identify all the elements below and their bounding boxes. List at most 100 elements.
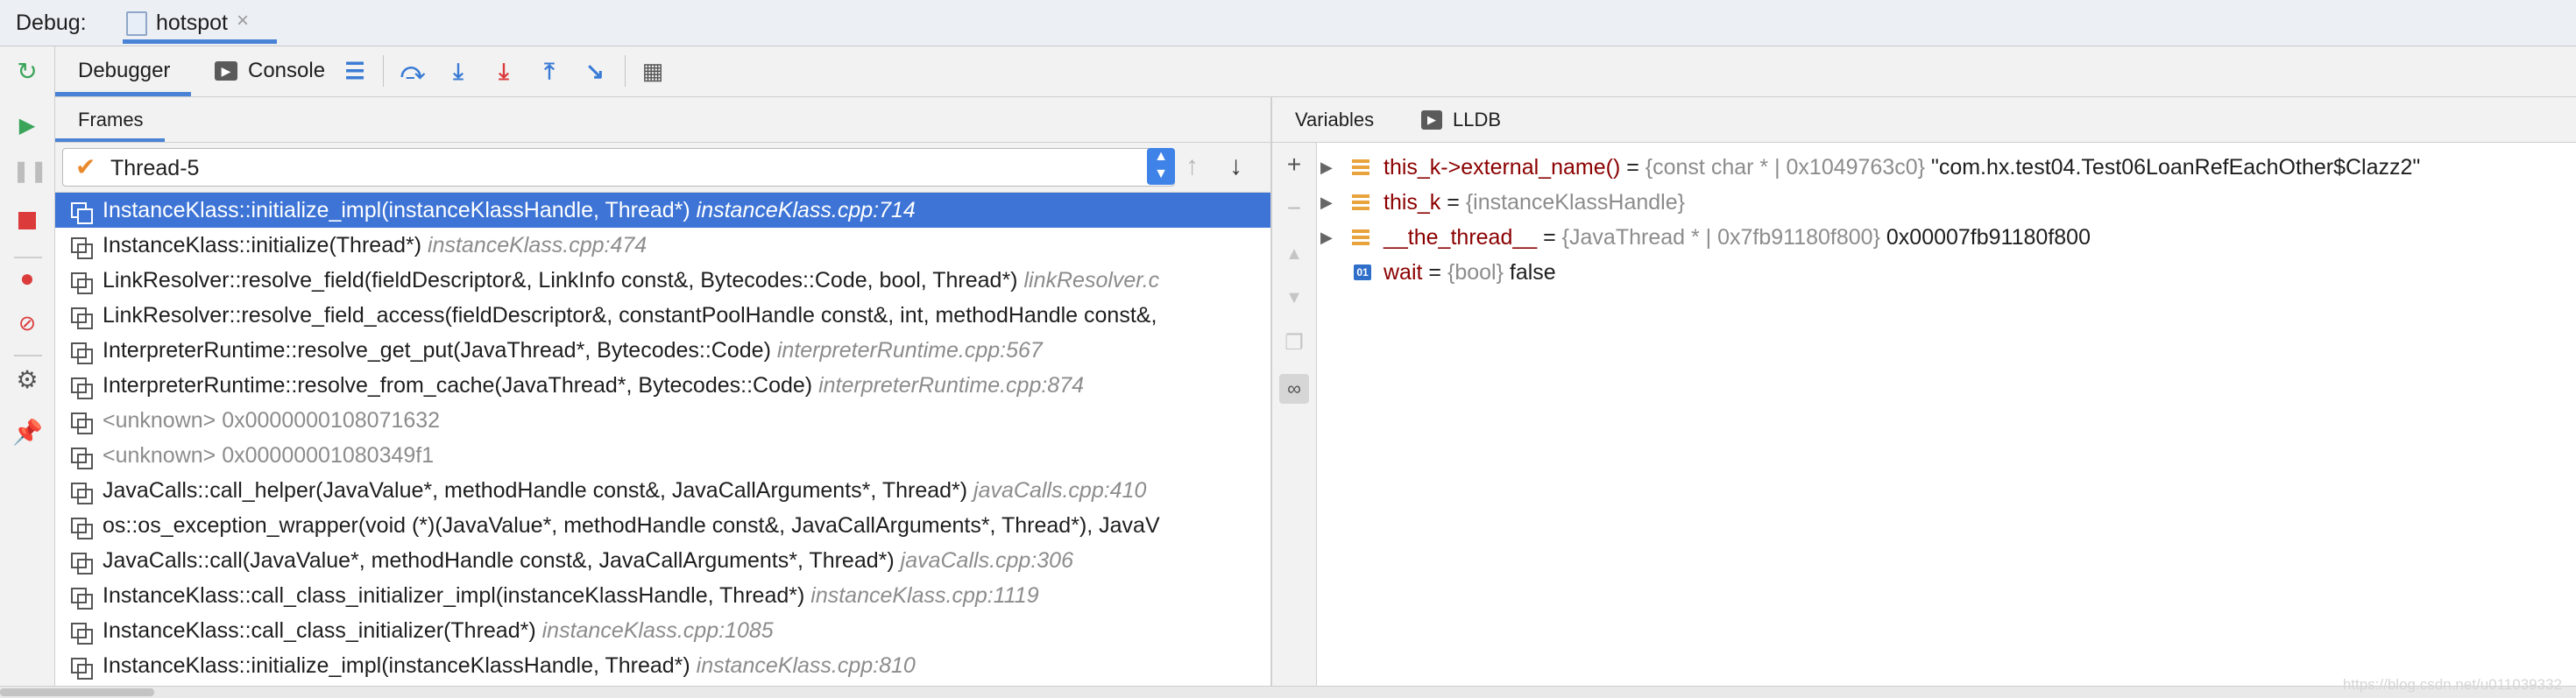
frame-location: javaCalls.cpp:306 xyxy=(900,548,1073,573)
variable-equals: = xyxy=(1537,225,1562,250)
frame-row[interactable]: InstanceKlass::call_class_initializer_im… xyxy=(55,578,1270,613)
pause-icon[interactable]: ❚❚ xyxy=(12,157,47,187)
frame-row[interactable]: InstanceKlass::initialize(Thread*) insta… xyxy=(55,228,1270,263)
frame-location: instanceKlass.cpp:714 xyxy=(696,198,916,222)
rerun-icon[interactable]: ↻ xyxy=(12,57,42,87)
tab-lldb-label: LLDB xyxy=(1453,109,1502,130)
frame-location: instanceKlass.cpp:1119 xyxy=(810,583,1039,608)
frame-row[interactable]: <unknown> 0x00000001080349f1 xyxy=(55,438,1270,473)
frame-row[interactable]: InterpreterRuntime::resolve_get_put(Java… xyxy=(55,333,1270,368)
mute-breakpoints-icon[interactable]: ⊘ xyxy=(12,309,42,339)
debugger-toolbar: Debugger ▶ Console ☰ ⤼ ⤓ ⤓ ⤒ ↘ ▦ xyxy=(55,46,2576,97)
show-watches-icon[interactable]: ∞ xyxy=(1279,374,1309,404)
primitive-value-icon: 01 xyxy=(1354,264,1371,280)
frame-location: instanceKlass.cpp:810 xyxy=(696,653,916,678)
stack-frame-icon xyxy=(71,307,93,329)
thread-select-value: Thread-5 xyxy=(110,156,200,180)
variable-row[interactable]: ▶ __the_thread__ = {JavaThread * | 0x7fb9… xyxy=(1317,220,2576,255)
variable-equals: = xyxy=(1440,190,1466,215)
frame-location: interpreterRuntime.cpp:874 xyxy=(818,373,1085,398)
remove-watch-icon[interactable]: − xyxy=(1279,194,1309,223)
strip-separator xyxy=(14,355,42,356)
frame-row[interactable]: <unknown> 0x0000000108071632 xyxy=(55,403,1270,438)
expand-arrow-icon[interactable]: ▶ xyxy=(1320,150,1333,185)
variable-name: this_k->external_name() xyxy=(1384,155,1621,180)
active-tab-indicator xyxy=(55,138,165,142)
tab-debugger-label: Debugger xyxy=(78,59,171,82)
frame-row[interactable]: JavaCalls::call(JavaValue*, methodHandle… xyxy=(55,543,1270,578)
variable-value: "com.hx.test04.Test06LoanRefEachOther$Cl… xyxy=(1925,155,2421,180)
tab-lldb[interactable]: ▶ LLDB xyxy=(1421,97,1553,142)
variable-value: false xyxy=(1503,260,1556,285)
frame-row[interactable]: InstanceKlass::initialize_impl(instanceK… xyxy=(55,648,1270,683)
frame-location: linkResolver.c xyxy=(1023,268,1160,293)
horizontal-scrollbar-thumb[interactable] xyxy=(0,688,154,696)
frame-signature: JavaCalls::call_helper(JavaValue*, metho… xyxy=(103,478,968,503)
expand-arrow-icon[interactable]: ▶ xyxy=(1320,185,1333,220)
run-to-cursor-icon[interactable]: ↘ xyxy=(579,55,611,87)
variable-type: {JavaThread * | 0x7fb91180f800} xyxy=(1561,225,1880,250)
frame-text: JavaCalls::call_helper(JavaValue*, metho… xyxy=(103,473,1146,508)
stack-frame-icon xyxy=(71,623,93,645)
toolbar-separator xyxy=(625,55,626,87)
thread-selector-row: ✔ Thread-5 ▲ ▼ ↑ ↓ xyxy=(55,143,1270,193)
thread-select[interactable]: ✔ Thread-5 ▲ ▼ xyxy=(62,148,1175,187)
session-tab-hotspot[interactable]: hotspot × xyxy=(123,0,277,44)
variable-row[interactable]: 01 wait = {bool} false xyxy=(1317,255,2576,290)
frame-signature: LinkResolver::resolve_field(fieldDescrip… xyxy=(103,268,1018,293)
frame-row[interactable]: InstanceKlass::initialize_impl(instanceK… xyxy=(55,193,1270,228)
stack-frame-icon xyxy=(71,588,93,610)
duplicate-icon[interactable]: ❐ xyxy=(1279,328,1309,358)
resume-icon[interactable]: ▶ xyxy=(12,111,42,141)
show-execution-point-icon[interactable]: ☰ xyxy=(339,55,371,87)
variable-equals: = xyxy=(1422,260,1447,285)
step-out-icon[interactable]: ⤒ xyxy=(534,55,565,87)
stop-icon[interactable] xyxy=(12,204,42,234)
frame-row[interactable]: InstanceKlass::call_class_initializer(Th… xyxy=(55,613,1270,648)
structure-icon xyxy=(1352,229,1369,245)
tab-debugger[interactable]: Debugger xyxy=(55,46,191,96)
step-over-icon[interactable]: ⤼ xyxy=(397,55,428,87)
frame-row[interactable]: os::os_exception_wrapper(void (*)(JavaVa… xyxy=(55,508,1270,543)
frame-row[interactable]: LinkResolver::resolve_field_access(field… xyxy=(55,298,1270,333)
tab-variables[interactable]: Variables xyxy=(1272,97,1386,142)
move-down-icon[interactable]: ▼ xyxy=(1279,283,1309,313)
expand-arrow-icon[interactable]: ▶ xyxy=(1320,220,1333,255)
settings-icon[interactable]: ⚙ xyxy=(12,365,42,395)
frame-row[interactable]: InterpreterRuntime::resolve_from_cache(J… xyxy=(55,368,1270,403)
debug-actions-strip: ↻ ▶ ❚❚ ● ⊘ ⚙ 📌 xyxy=(0,46,55,686)
stack-frame-icon xyxy=(71,377,93,399)
evaluate-expression-icon[interactable]: ▦ xyxy=(637,55,669,87)
variable-text: this_k->external_name() = {const char * … xyxy=(1384,150,2420,185)
next-frame-icon[interactable]: ↓ xyxy=(1229,152,1242,181)
add-watch-icon[interactable]: + xyxy=(1279,150,1309,180)
variable-row[interactable]: ▶ this_k = {instanceKlassHandle} xyxy=(1317,185,2576,220)
chevron-updown-icon[interactable]: ▲ ▼ xyxy=(1147,148,1175,185)
debug-label: Debug: xyxy=(16,11,87,35)
force-step-into-icon[interactable]: ⤓ xyxy=(488,55,520,87)
previous-frame-icon[interactable]: ↑ xyxy=(1185,152,1199,181)
stack-frame-icon xyxy=(71,412,93,434)
variable-row[interactable]: ▶ this_k->external_name() = {const char *… xyxy=(1317,150,2576,185)
pin-icon[interactable]: 📌 xyxy=(12,418,43,448)
frame-text: InstanceKlass::initialize_impl(instanceK… xyxy=(103,193,916,228)
variable-value: 0x00007fb91180f800 xyxy=(1879,225,2091,250)
variable-type: {const char * | 0x1049763c0} xyxy=(1645,155,1925,180)
frame-row[interactable]: LinkResolver::resolve_field(fieldDescrip… xyxy=(55,263,1270,298)
step-into-icon[interactable]: ⤓ xyxy=(442,55,474,87)
frame-row[interactable]: JavaCalls::call_helper(JavaValue*, metho… xyxy=(55,473,1270,508)
frame-text: InterpreterRuntime::resolve_get_put(Java… xyxy=(103,333,1043,368)
close-tab-icon[interactable]: × xyxy=(237,9,249,33)
view-breakpoints-icon[interactable]: ● xyxy=(12,264,42,293)
tab-console-label: Console xyxy=(248,59,326,82)
variable-name: wait xyxy=(1384,260,1423,285)
move-up-icon[interactable]: ▲ xyxy=(1279,239,1309,269)
frame-text: InstanceKlass::call_class_initializer_im… xyxy=(103,578,1039,613)
frame-text: os::os_exception_wrapper(void (*)(JavaVa… xyxy=(103,508,1160,543)
structure-icon xyxy=(1352,159,1369,175)
variable-type: {bool} xyxy=(1447,260,1504,285)
stack-frame-icon xyxy=(71,237,93,259)
toolbar-separator xyxy=(383,55,384,87)
variable-equals: = xyxy=(1620,155,1645,180)
terminal-icon: ▶ xyxy=(1421,110,1442,130)
